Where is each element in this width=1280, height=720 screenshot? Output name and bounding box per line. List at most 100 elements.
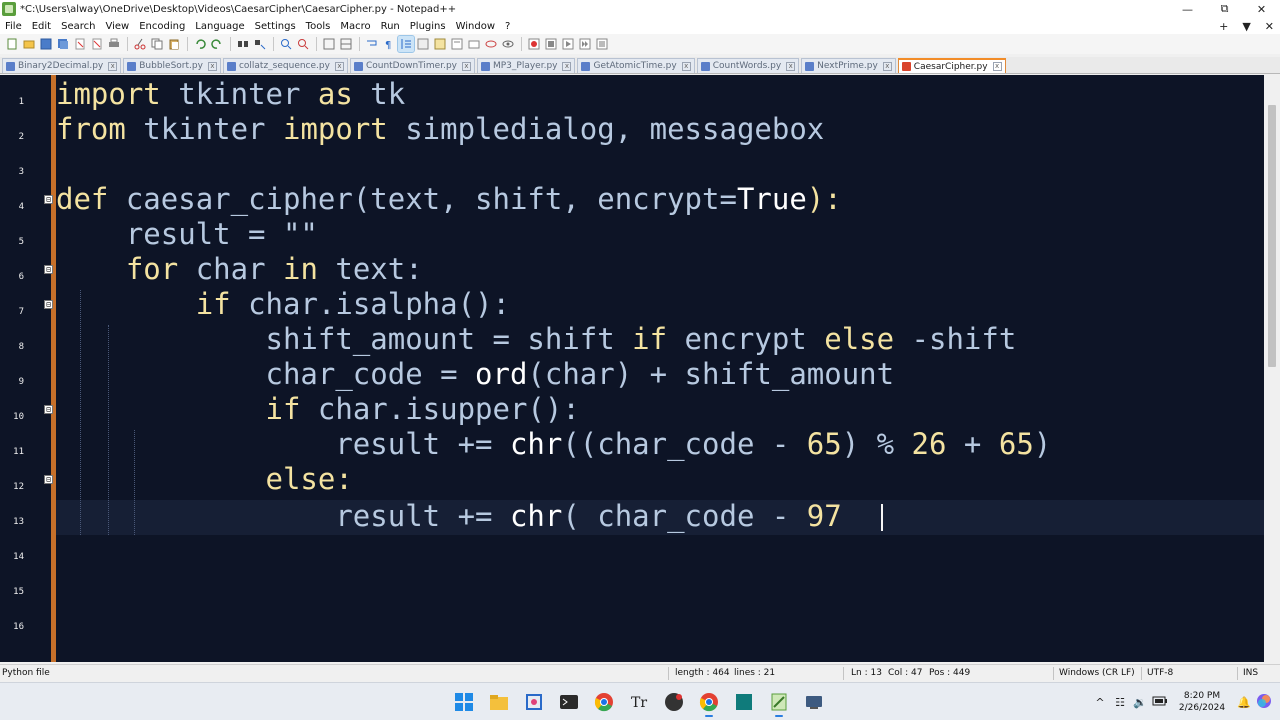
menu-tools[interactable]: Tools [301, 21, 336, 32]
menu-language[interactable]: Language [190, 21, 249, 32]
tab-list-dropdown-icon[interactable]: ▼ [1242, 20, 1250, 33]
tab-close-icon[interactable]: x [786, 61, 796, 71]
tab-binary2decimal[interactable]: Binary2Decimal.py x [2, 58, 122, 73]
eye-icon[interactable] [500, 36, 516, 52]
doc-map-icon[interactable] [432, 36, 448, 52]
copy-icon[interactable] [149, 36, 165, 52]
show-all-chars-icon[interactable]: ¶ [381, 36, 397, 52]
scrollbar-thumb[interactable] [1268, 105, 1276, 367]
user-language-icon[interactable] [415, 36, 431, 52]
tab-close-icon[interactable]: x [992, 62, 1002, 71]
indent-guide-icon[interactable] [397, 35, 415, 53]
vertical-scrollbar[interactable] [1264, 75, 1280, 662]
sync-horizontal-icon[interactable] [338, 36, 354, 52]
monitoring-icon[interactable] [483, 36, 499, 52]
undo-icon[interactable] [192, 36, 208, 52]
fold-toggle-icon[interactable]: ⊟ [44, 405, 53, 414]
code-text-area[interactable]: import tkinter as tk from tkinter import… [56, 75, 1264, 662]
tray-overflow-chevron-icon[interactable]: ^ [1090, 696, 1110, 709]
menu-plugins[interactable]: Plugins [405, 21, 451, 32]
stop-macro-icon[interactable] [543, 36, 559, 52]
taskbar-clock[interactable]: 8:20 PM 2/26/2024 [1170, 690, 1234, 714]
tab-getatomictime[interactable]: GetAtomicTime.py x [577, 58, 695, 73]
save-macro-icon[interactable] [594, 36, 610, 52]
new-tab-plus-icon[interactable]: + [1219, 20, 1228, 33]
tab-mp3-player[interactable]: MP3_Player.py x [476, 58, 576, 73]
snipping-tool-icon[interactable] [522, 691, 546, 713]
vm-icon[interactable] [802, 691, 826, 713]
tab-label: GetAtomicTime.py [593, 61, 677, 71]
play-macro-icon[interactable] [560, 36, 576, 52]
close-all-icon[interactable] [89, 36, 105, 52]
tab-caesarcipher[interactable]: CaesarCipher.py x [897, 58, 1006, 73]
print-icon[interactable] [106, 36, 122, 52]
tab-bubblesort[interactable]: BubbleSort.py x [123, 58, 221, 73]
menu-run[interactable]: Run [376, 21, 405, 32]
notification-bell-icon[interactable]: 🔔 [1234, 696, 1254, 709]
record-macro-icon[interactable] [526, 36, 542, 52]
github-desktop-icon[interactable] [662, 691, 686, 713]
tab-close-icon[interactable]: x [681, 61, 691, 71]
menu-file[interactable]: File [0, 21, 27, 32]
tab-close-icon[interactable]: x [882, 61, 892, 71]
run-macro-multiple-icon[interactable] [577, 36, 593, 52]
app-teal-icon[interactable] [732, 691, 756, 713]
tab-nextprime[interactable]: NextPrime.py x [801, 58, 896, 73]
save-icon[interactable] [38, 36, 54, 52]
tab-close-icon[interactable]: x [207, 61, 217, 71]
new-file-icon[interactable] [4, 36, 20, 52]
network-icon[interactable]: ☷ [1110, 696, 1130, 709]
battery-icon[interactable] [1150, 696, 1170, 709]
menu-edit[interactable]: Edit [27, 21, 56, 32]
typora-icon[interactable]: Tr [627, 691, 651, 713]
menu-window[interactable]: Window [451, 21, 500, 32]
tab-collatz-sequence[interactable]: collatz_sequence.py x [222, 58, 348, 73]
zoom-in-icon[interactable] [278, 36, 294, 52]
close-button[interactable]: ✕ [1243, 0, 1280, 18]
minimize-button[interactable]: — [1169, 0, 1206, 18]
redo-icon[interactable] [209, 36, 225, 52]
restore-button[interactable]: ⧉ [1206, 0, 1243, 18]
tab-close-icon[interactable]: x [461, 61, 471, 71]
fold-toggle-icon[interactable]: ⊟ [44, 475, 53, 484]
tab-countdowntimer[interactable]: CountDownTimer.py x [349, 58, 475, 73]
folder-workspace-icon[interactable] [466, 36, 482, 52]
tab-close-icon[interactable]: x [108, 61, 118, 71]
status-insert-mode[interactable]: INS [1243, 668, 1258, 678]
replace-icon[interactable] [252, 36, 268, 52]
open-file-icon[interactable] [21, 36, 37, 52]
fold-toggle-icon[interactable]: ⊟ [44, 265, 53, 274]
menu-search[interactable]: Search [56, 21, 100, 32]
speaker-icon[interactable]: 🔉 [1130, 696, 1150, 709]
close-file-icon[interactable] [72, 36, 88, 52]
notepadpp-icon[interactable] [767, 691, 791, 717]
fold-toggle-icon[interactable]: ⊟ [44, 300, 53, 309]
status-eol[interactable]: Windows (CR LF) [1059, 668, 1135, 678]
save-all-icon[interactable] [55, 36, 71, 52]
code-editor[interactable]: 1 2 3 4 5 6 7 8 9 10 11 12 13 14 15 16 ⊟… [0, 75, 1280, 662]
fold-toggle-icon[interactable]: ⊟ [44, 195, 53, 204]
chrome-profile-icon[interactable] [697, 691, 721, 717]
function-list-icon[interactable] [449, 36, 465, 52]
cut-icon[interactable] [132, 36, 148, 52]
menu-macro[interactable]: Macro [335, 21, 375, 32]
windows-start-icon[interactable] [452, 691, 476, 713]
zoom-out-icon[interactable] [295, 36, 311, 52]
copilot-icon[interactable] [1254, 692, 1274, 713]
terminal-icon[interactable] [557, 691, 581, 713]
sync-vertical-icon[interactable] [321, 36, 337, 52]
paste-icon[interactable] [166, 36, 182, 52]
file-explorer-icon[interactable] [487, 691, 511, 713]
menu-view[interactable]: View [100, 21, 134, 32]
find-icon[interactable] [235, 36, 251, 52]
close-document-icon[interactable]: ✕ [1265, 20, 1274, 33]
chrome-icon[interactable] [592, 691, 616, 713]
tab-close-icon[interactable]: x [562, 61, 572, 71]
menu-encoding[interactable]: Encoding [134, 21, 190, 32]
menu-help[interactable]: ? [500, 21, 515, 32]
menu-settings[interactable]: Settings [250, 21, 301, 32]
word-wrap-icon[interactable] [364, 36, 380, 52]
status-encoding[interactable]: UTF-8 [1147, 668, 1173, 678]
tab-close-icon[interactable]: x [334, 61, 344, 71]
tab-countwords[interactable]: CountWords.py x [696, 58, 800, 73]
